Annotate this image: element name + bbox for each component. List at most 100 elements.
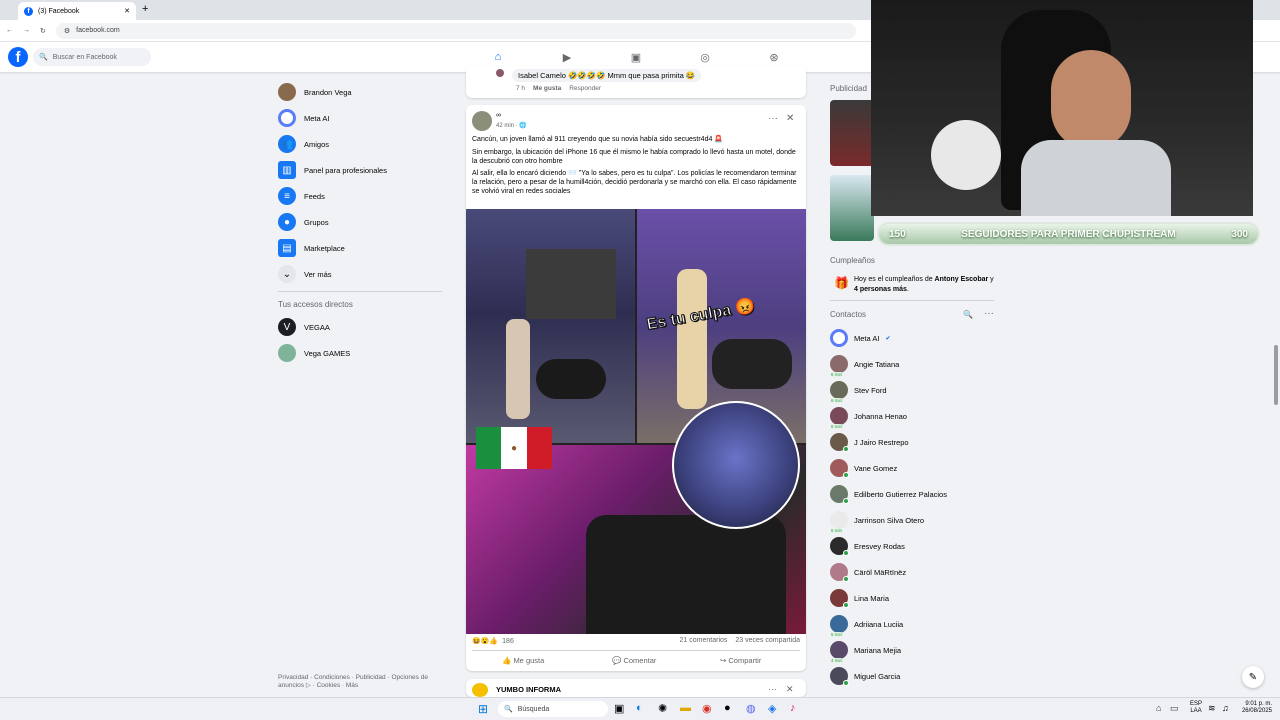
tiktok-icon[interactable]: ♪ (790, 702, 796, 714)
ad-thumbnail[interactable] (830, 100, 874, 166)
marketplace-icon[interactable]: ▣ (628, 49, 644, 65)
avatar[interactable] (472, 111, 492, 131)
verified-icon: ✔ (885, 335, 891, 342)
wifi-icon[interactable]: ≋ (1208, 703, 1216, 714)
divider (830, 300, 994, 301)
nav-see-more[interactable]: ⌄ Ver más (278, 262, 448, 286)
avatar (830, 667, 849, 686)
clock[interactable]: 9:01 p. m. 26/08/2025 (1236, 701, 1272, 715)
contact-item[interactable]: 6 min Jarrinson Silva Otero (830, 507, 1000, 533)
app-icon[interactable]: ● (724, 702, 731, 714)
nav-groups[interactable]: ● Grupos (278, 210, 448, 234)
goal-end: 300 (1231, 228, 1248, 240)
avatar: 5 min (830, 615, 848, 637)
contact-item[interactable]: 5 min Adriiana Luciia (830, 611, 1000, 637)
nav-feeds[interactable]: ≡ Feeds (278, 184, 448, 208)
contact-item[interactable]: Miguel Garcia (830, 663, 1000, 689)
more-icon[interactable]: ··· (768, 684, 777, 694)
video-icon[interactable]: ▶ (559, 49, 575, 65)
nav-friends[interactable]: 👥 Amigos (278, 132, 448, 156)
battery-icon[interactable]: ▭ (1170, 703, 1179, 714)
meta-ai-icon (830, 329, 848, 347)
post-image[interactable]: Es tu culpa 😡 ● (466, 209, 806, 634)
comment-button[interactable]: 💬 Comentar (612, 656, 656, 665)
contact-item[interactable]: Edilberto Gutierrez Palacios (830, 481, 1000, 507)
chrome-icon[interactable]: ◉ (702, 702, 712, 715)
nav-professional[interactable]: ▥ Panel para profesionales (278, 158, 448, 182)
browser-tab[interactable]: f (3) Facebook ✕ (18, 2, 136, 20)
groups-icon[interactable]: ◎ (697, 49, 713, 65)
reactions-summary[interactable]: 😆😮👍 186 (472, 637, 514, 646)
discord-icon[interactable]: ◍ (746, 702, 756, 715)
search-icon[interactable]: 🔍 (963, 310, 973, 319)
nav-profile[interactable]: Brandon Vega (278, 80, 448, 104)
online-indicator (843, 550, 849, 556)
site-info-icon: ⚙ (63, 27, 71, 35)
motorcycle-shape (712, 339, 792, 389)
address-bar[interactable]: ⚙ facebook.com (55, 22, 856, 39)
facebook-logo[interactable]: f (8, 47, 28, 67)
nav-meta-ai[interactable]: Meta AI (278, 106, 448, 130)
comment-reply-link[interactable]: Responder (569, 85, 601, 92)
new-tab-icon[interactable]: + (142, 3, 148, 15)
date: 26/08/2025 (1241, 708, 1272, 715)
scrollbar-thumb[interactable] (1274, 345, 1278, 405)
start-icon[interactable]: ⊞ (478, 702, 488, 716)
comment-count[interactable]: 21 comentarios (680, 637, 728, 644)
goal-start: 150 (889, 228, 906, 240)
share-button[interactable]: ↪ Compartir (720, 656, 761, 665)
close-icon[interactable]: ✕ (786, 684, 794, 695)
contact-name: Edilberto Gutierrez Palacios (854, 489, 947, 499)
gaming-icon[interactable]: ⊛ (766, 49, 782, 65)
edge-icon[interactable]: ◐ (636, 702, 643, 714)
home-icon[interactable]: ⌂ (490, 49, 506, 65)
forward-icon[interactable]: → (23, 27, 30, 34)
contact-item[interactable]: 4 min Mariana Mejia (830, 637, 1000, 663)
contact-item[interactable]: 6 min Stev Ford (830, 377, 1000, 403)
back-icon[interactable]: ← (6, 27, 13, 34)
dashboard-icon: ▥ (278, 161, 296, 179)
avatar[interactable] (472, 683, 488, 697)
new-message-button[interactable]: ✎ (1242, 666, 1264, 688)
shortcut-item[interactable]: V VEGAA (278, 315, 448, 339)
contact-item[interactable]: Lina Maria (830, 585, 1000, 611)
network-icon[interactable]: ⌂ (1156, 703, 1161, 713)
contact-item[interactable]: J Jairo Restrepo (830, 429, 1000, 455)
volume-icon[interactable]: ♫ (1222, 703, 1229, 713)
reload-icon[interactable]: ↻ (40, 27, 46, 35)
birthday-mid: y (988, 276, 994, 283)
contact-item[interactable]: 6 min Angie Tatiana (830, 351, 1000, 377)
birthday-name: Antony Escobar (934, 276, 989, 283)
nav-marketplace[interactable]: ▤ Marketplace (278, 236, 448, 260)
task-view-icon[interactable]: ▣ (614, 702, 624, 715)
windows-taskbar: ⊞ 🔍 Búsqueda ▣ ◐ ✺ ▬ ◉ ● ◍ ◈ ♪ ⌂ ▭ ESP LA… (0, 697, 1280, 720)
more-icon[interactable]: ··· (984, 308, 994, 319)
copilot-icon[interactable]: ✺ (658, 702, 667, 715)
app-icon[interactable]: ◈ (768, 702, 776, 715)
footer-links[interactable]: Privacidad · Condiciones · Publicidad · … (278, 674, 438, 690)
comment-like-link[interactable]: Me gusta (533, 85, 561, 92)
post-author[interactable]: ∞ (496, 112, 501, 119)
language-indicator[interactable]: ESP LAA (1190, 701, 1202, 715)
close-icon[interactable]: ✕ (786, 113, 794, 124)
contact-item[interactable]: Eresvey Rodas (830, 533, 1000, 559)
search-input[interactable]: 🔍 Buscar en Facebook (33, 48, 151, 66)
taskbar-search[interactable]: 🔍 Búsqueda (498, 701, 608, 717)
contact-item[interactable]: Cäröl MäRtïnëz (830, 559, 1000, 585)
vehicle-shape (586, 515, 786, 634)
share-count[interactable]: 23 veces compartida (735, 637, 800, 644)
contact-item[interactable]: Vane Gomez (830, 455, 1000, 481)
post-author[interactable]: YUMBO INFORMA (496, 685, 561, 694)
like-button[interactable]: 👍 Me gusta (502, 656, 544, 665)
birthday-text[interactable]: Hoy es el cumpleaños de Antony Escobar y… (854, 275, 996, 295)
contact-item[interactable]: 6 min Johanna Henao (830, 403, 1000, 429)
more-icon[interactable]: ··· (768, 113, 778, 124)
ad-thumbnail[interactable] (830, 175, 874, 241)
close-icon[interactable]: ✕ (124, 7, 130, 15)
shortcut-label: VEGAA (304, 322, 330, 332)
shortcut-label: Vega GAMES (304, 348, 351, 358)
contact-item[interactable]: Meta AI ✔ (830, 325, 1000, 351)
post-time[interactable]: 42 min · 🌐 (496, 122, 527, 129)
shortcut-item[interactable]: Vega GAMES (278, 341, 448, 365)
folder-icon[interactable]: ▬ (680, 702, 691, 714)
